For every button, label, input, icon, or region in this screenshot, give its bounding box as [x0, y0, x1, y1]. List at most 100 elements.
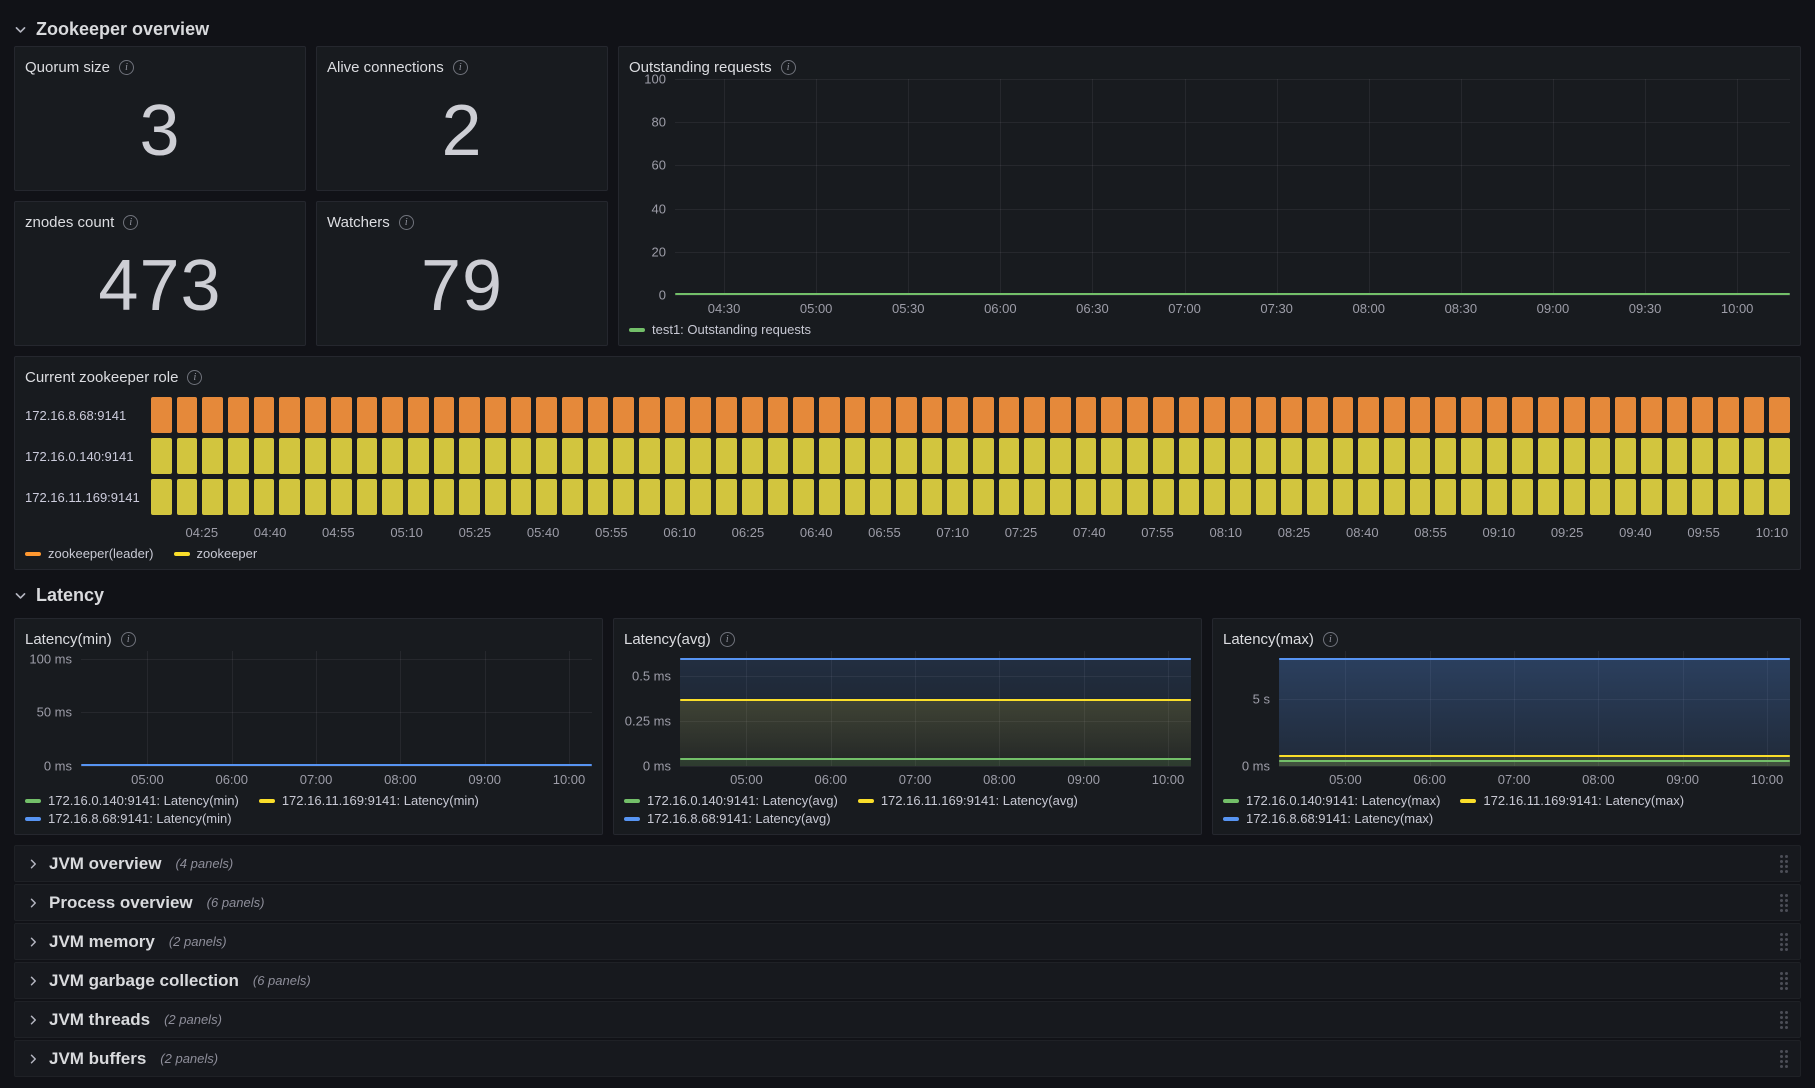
y-axis-label: 100 ms: [29, 651, 72, 667]
drag-handle-icon[interactable]: [1780, 1010, 1788, 1029]
x-axis-label: 05:00: [1329, 772, 1362, 787]
legend-label: 172.16.11.169:9141: Latency(min): [281, 793, 479, 808]
info-icon[interactable]: i: [780, 59, 796, 75]
panel-title[interactable]: Latency(avg): [624, 631, 711, 648]
panel-title[interactable]: Alive connections: [327, 59, 444, 76]
info-icon[interactable]: i: [119, 59, 135, 75]
gridline: [675, 122, 1790, 124]
legend-item[interactable]: 172.16.0.140:9141: Latency(min): [25, 793, 239, 808]
state-bar: [973, 397, 994, 433]
legend-item[interactable]: 172.16.11.169:9141: Latency(avg): [857, 793, 1078, 808]
drag-handle-icon[interactable]: [1780, 854, 1788, 873]
legend-item[interactable]: test1: Outstanding requests: [629, 322, 811, 337]
legend-item[interactable]: 172.16.0.140:9141: Latency(max): [1223, 793, 1440, 808]
drag-handle-icon[interactable]: [1780, 971, 1788, 990]
gridline: [1460, 79, 1462, 295]
section-title: Process overview: [49, 892, 193, 912]
legend-item[interactable]: 172.16.11.169:9141: Latency(max): [1460, 793, 1684, 808]
state-bar: [1255, 479, 1277, 515]
panel-header: Current zookeeper role i: [25, 365, 1790, 389]
section-panel-count: (2 panels): [164, 1012, 222, 1027]
panel-title[interactable]: Current zookeeper role: [25, 369, 178, 386]
state-bar: [844, 397, 866, 433]
info-icon[interactable]: i: [398, 214, 414, 230]
section-row-collapsed[interactable]: JVM buffers (2 panels): [14, 1040, 1801, 1077]
dot: [1780, 1049, 1783, 1053]
state-bar: [870, 397, 891, 433]
state-bar: [1409, 438, 1431, 474]
state-bar: [1281, 397, 1302, 433]
info-icon[interactable]: i: [719, 631, 735, 647]
state-bar: [1717, 397, 1739, 433]
panel-title[interactable]: znodes count: [25, 214, 114, 231]
panel-title[interactable]: Latency(min): [25, 631, 112, 648]
role-row: 172.16.0.140:9141: [25, 438, 1790, 474]
state-bar: [1101, 397, 1123, 433]
section-row-collapsed[interactable]: JVM memory (2 panels): [14, 923, 1801, 960]
info-icon[interactable]: i: [123, 214, 139, 230]
state-bar: [433, 397, 455, 433]
x-axis-label: 05:55: [595, 525, 628, 540]
legend-item[interactable]: zookeeper(leader): [25, 546, 154, 561]
drag-handle-icon[interactable]: [1780, 932, 1788, 951]
y-axis-label: 0 ms: [1241, 758, 1270, 774]
state-bar: [407, 397, 429, 433]
state-bar: [690, 479, 712, 515]
panel-header: znodes count i: [25, 210, 295, 234]
x-axis-label: 08:00: [983, 772, 1016, 787]
state-bar: [562, 397, 583, 433]
legend-item[interactable]: 172.16.8.68:9141: Latency(avg): [624, 811, 831, 826]
section-latency[interactable]: Latency: [14, 578, 1801, 612]
x-axis-label: 08:55: [1414, 525, 1447, 540]
state-bar: [1640, 479, 1662, 515]
info-icon[interactable]: i: [120, 631, 136, 647]
section-row-collapsed[interactable]: JVM garbage collection (6 panels): [14, 962, 1801, 999]
info-icon[interactable]: i: [1322, 631, 1338, 647]
state-bar: [1384, 479, 1405, 515]
series-line-yellow: [1279, 754, 1790, 757]
legend-swatch-icon: [25, 551, 41, 556]
plot-row: 0.5 ms 0.25 ms 0 ms: [624, 651, 1191, 774]
info-icon[interactable]: i: [452, 59, 468, 75]
dot: [1780, 932, 1783, 936]
gridline: [316, 651, 318, 766]
legend: test1: Outstanding requests: [629, 317, 1790, 337]
state-bar: [1358, 397, 1379, 433]
state-bar: [562, 438, 583, 474]
section-zookeeper-overview[interactable]: Zookeeper overview: [14, 12, 1801, 46]
state-bar: [587, 438, 609, 474]
info-icon[interactable]: i: [187, 369, 203, 385]
legend-item[interactable]: 172.16.8.68:9141: Latency(min): [25, 811, 232, 826]
state-bar: [1743, 397, 1765, 433]
x-axis: 04:25 04:40 04:55 05:10 05:25 05:40 05:55 06:10…: [151, 519, 1790, 541]
state-bar: [1563, 479, 1585, 515]
dot: [1785, 937, 1788, 941]
state-bar: [639, 397, 660, 433]
section-row-collapsed[interactable]: JVM overview (4 panels): [14, 845, 1801, 882]
legend: 172.16.0.140:9141: Latency(max) 172.16.11…: [1223, 788, 1790, 826]
panel-title[interactable]: Quorum size: [25, 59, 110, 76]
panel-title[interactable]: Watchers: [327, 214, 390, 231]
state-bar: [818, 397, 840, 433]
drag-handle-icon[interactable]: [1780, 1049, 1788, 1068]
legend-item[interactable]: 172.16.8.68:9141: Latency(max): [1223, 811, 1433, 826]
state-bar: [998, 397, 1020, 433]
state-bar: [151, 438, 172, 474]
legend-item[interactable]: 172.16.0.140:9141: Latency(avg): [624, 793, 838, 808]
state-bar: [176, 479, 198, 515]
state-bar: [1666, 397, 1688, 433]
panel-title[interactable]: Latency(max): [1223, 631, 1314, 648]
state-bar: [176, 397, 198, 433]
state-bar: [1435, 438, 1457, 474]
drag-handle-icon[interactable]: [1780, 893, 1788, 912]
section-row-collapsed[interactable]: Process overview (6 panels): [14, 884, 1801, 921]
legend-item[interactable]: 172.16.11.169:9141: Latency(min): [258, 793, 479, 808]
state-bar: [484, 438, 506, 474]
section-row-collapsed[interactable]: JVM threads (2 panels): [14, 1001, 1801, 1038]
legend-item[interactable]: zookeeper: [173, 546, 257, 561]
state-bar: [998, 479, 1020, 515]
state-bar: [1512, 438, 1534, 474]
state-bar: [895, 397, 917, 433]
x-axis-label: 06:40: [799, 525, 833, 540]
state-bar: [587, 479, 609, 515]
